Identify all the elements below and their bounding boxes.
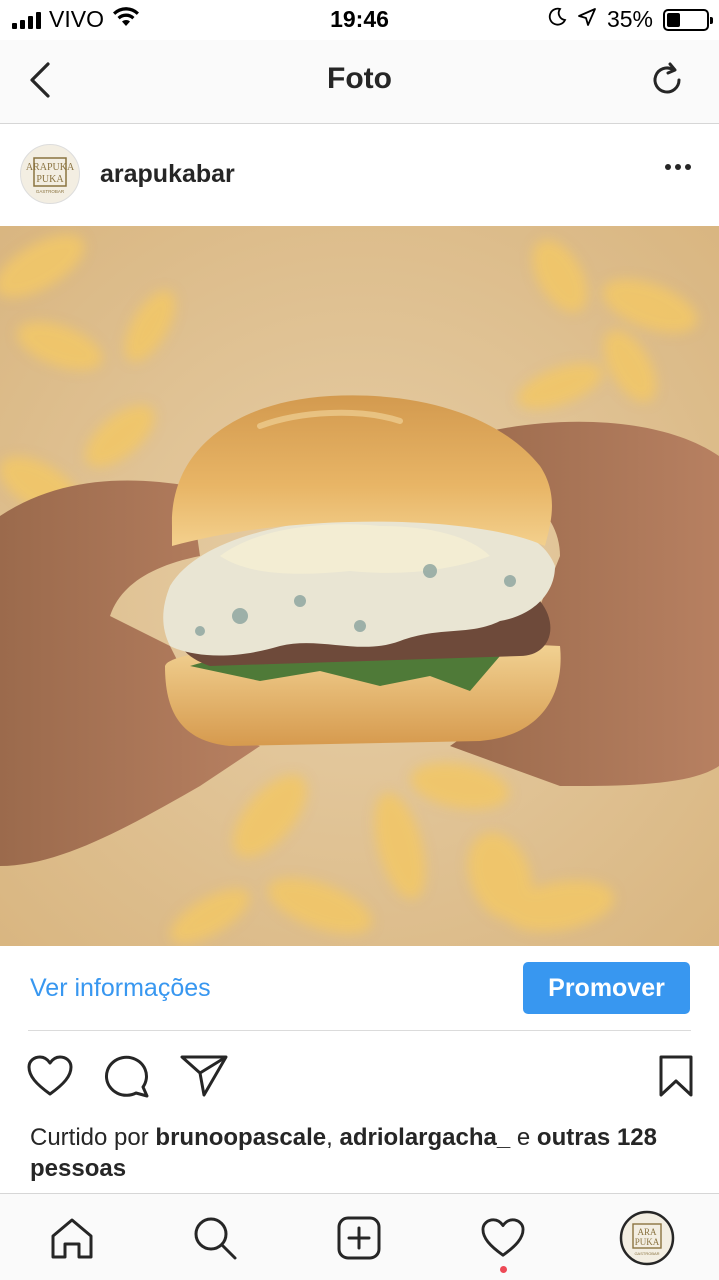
battery-icon — [663, 8, 713, 31]
status-right: 35% — [547, 6, 713, 33]
search-icon — [194, 1217, 237, 1260]
like-button[interactable] — [24, 1050, 76, 1102]
tab-add-post[interactable] — [329, 1208, 389, 1268]
refresh-button[interactable] — [643, 56, 691, 104]
notification-dot — [500, 1266, 507, 1273]
svg-text:PUKA: PUKA — [635, 1237, 660, 1247]
comment-button[interactable] — [101, 1050, 153, 1102]
share-button[interactable] — [178, 1050, 230, 1102]
profile-avatar: ARA PUKA GASTROBAR — [619, 1210, 675, 1266]
burger-photo — [0, 226, 719, 946]
avatar[interactable]: ARAPUKA PUKA GASTROBAR — [20, 144, 80, 204]
svg-text:ARA: ARA — [637, 1227, 657, 1237]
nav-bar: Foto — [0, 40, 719, 124]
liker-username[interactable]: adriolargacha_ — [339, 1124, 510, 1151]
save-button[interactable] — [650, 1050, 702, 1102]
svg-text:PUKA: PUKA — [36, 174, 64, 185]
tab-activity[interactable] — [473, 1208, 533, 1268]
view-insights-link[interactable]: Ver informações — [30, 974, 211, 1003]
moon-icon — [547, 6, 567, 33]
add-post-icon — [337, 1216, 381, 1260]
likes-conjunction: e — [516, 1124, 531, 1151]
promote-row: Ver informações Promover — [0, 946, 719, 1032]
promote-button[interactable]: Promover — [523, 962, 690, 1014]
tab-home[interactable] — [42, 1208, 102, 1268]
tab-search[interactable] — [185, 1208, 245, 1268]
tab-bar: ARA PUKA GASTROBAR — [0, 1193, 719, 1280]
svg-text:ARAPUKA: ARAPUKA — [26, 162, 75, 173]
page-title: Foto — [327, 62, 392, 95]
bookmark-icon — [659, 1055, 693, 1097]
svg-text:GASTROBAR: GASTROBAR — [634, 1251, 659, 1256]
tab-profile[interactable]: ARA PUKA GASTROBAR — [617, 1208, 677, 1268]
post-photo[interactable] — [0, 226, 719, 946]
home-icon — [51, 1218, 93, 1259]
send-icon — [180, 1055, 228, 1097]
divider — [28, 1030, 691, 1031]
svg-text:GASTROBAR: GASTROBAR — [36, 189, 65, 194]
likes-separator: , — [326, 1124, 333, 1151]
post-username[interactable]: arapukabar — [100, 160, 235, 189]
likes-text: Curtido por brunoopascale, adriolargacha… — [30, 1122, 700, 1184]
post-header: ARAPUKA PUKA GASTROBAR arapukabar — [0, 124, 719, 226]
activity-heart-icon — [481, 1218, 525, 1257]
refresh-icon — [653, 62, 681, 94]
battery-percent: 35% — [606, 6, 653, 32]
battery-level-fill — [667, 12, 681, 27]
liker-username[interactable]: brunoopascale — [155, 1124, 326, 1151]
arapuka-logo: ARAPUKA PUKA GASTROBAR — [23, 147, 77, 201]
status-bar: VIVO 19:46 35% — [0, 0, 719, 40]
likes-prefix: Curtido por — [30, 1124, 149, 1151]
post-actions — [0, 1032, 719, 1118]
more-options-icon[interactable] — [665, 164, 691, 170]
comment-icon — [105, 1055, 149, 1098]
location-arrow-icon — [577, 6, 597, 33]
heart-icon — [27, 1055, 73, 1096]
